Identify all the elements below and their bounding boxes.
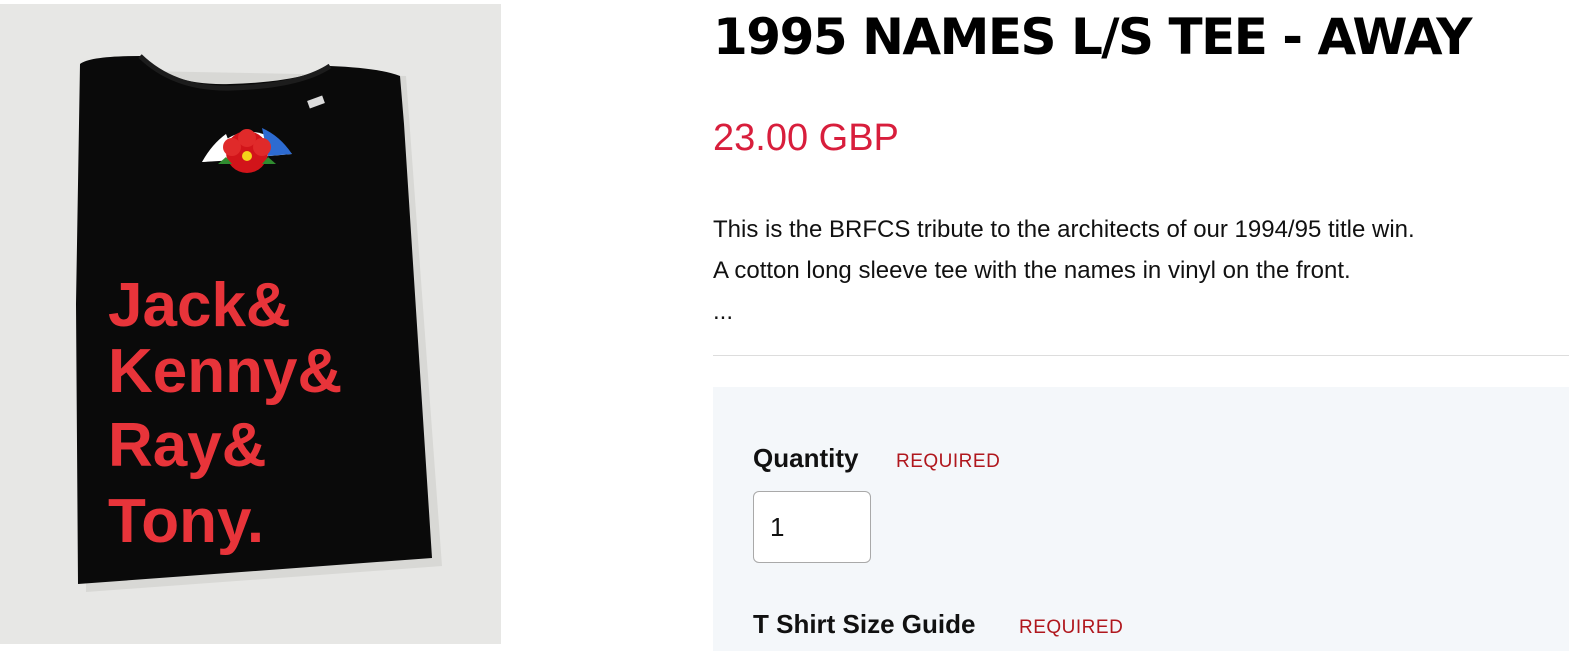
product-image[interactable]: Jack& Kenny& Ray& Tony.	[0, 4, 501, 644]
quantity-label: Quantity	[753, 443, 859, 473]
description-ellipsis: ...	[713, 298, 734, 325]
folded-tshirt-photo: Jack& Kenny& Ray& Tony.	[0, 4, 501, 644]
product-price: 23.00 GBP	[713, 117, 899, 159]
quantity-input[interactable]	[753, 491, 871, 563]
shirt-name-line: Jack&	[108, 271, 291, 340]
shirt-name-line: Tony.	[108, 487, 264, 556]
size-guide-required-badge: REQUIRED	[1019, 617, 1124, 638]
quantity-required-badge: REQUIRED	[896, 451, 1001, 472]
product-description: This is the BRFCS tribute to the archite…	[713, 209, 1415, 332]
shirt-name-line: Ray&	[108, 411, 267, 480]
product-title: 1995 NAMES L/S TEE - AWAY	[713, 8, 1472, 66]
shirt-name-line: Kenny&	[108, 337, 342, 406]
size-guide-label: T Shirt Size Guide	[753, 609, 976, 639]
description-line: A cotton long sleeve tee with the names …	[713, 257, 1351, 284]
divider	[713, 355, 1569, 356]
description-line: This is the BRFCS tribute to the archite…	[713, 216, 1415, 243]
